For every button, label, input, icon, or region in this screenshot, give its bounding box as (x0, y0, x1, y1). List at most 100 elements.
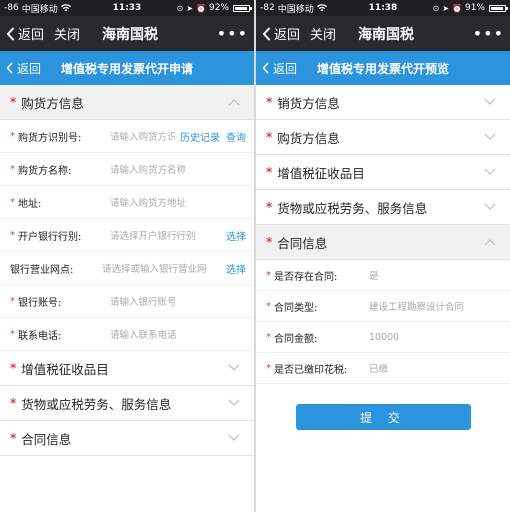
close-button[interactable]: 关闭 (310, 24, 336, 43)
more-menu-button[interactable]: ••• (473, 25, 504, 42)
battery-icon (233, 4, 252, 12)
select-bank-button[interactable]: 选择 (226, 228, 246, 243)
required-mark: * (10, 431, 17, 445)
required-mark: * (10, 229, 15, 241)
required-mark: * (10, 361, 17, 375)
stamp-tax-value: 已缴 (369, 364, 389, 375)
field-label: 是否存在合同: (274, 271, 338, 283)
section-buyer-info[interactable]: * 购货方信息 (256, 120, 510, 155)
select-branch-button[interactable]: 选择 (226, 261, 246, 276)
chevron-left-icon (6, 62, 13, 74)
section-label: 合同信息 (277, 235, 328, 251)
section-buyer-info[interactable]: * 购货方信息 (0, 85, 254, 120)
back-button[interactable]: 返回 (6, 24, 44, 43)
bank-account-input[interactable]: 请输入银行账号 (110, 294, 246, 308)
section-goods-services[interactable]: * 货物或应税劳务、服务信息 (0, 386, 254, 421)
required-mark: * (10, 196, 15, 208)
wifi-icon (60, 4, 71, 12)
field-label: 合同类型: (274, 302, 318, 314)
form-row-stamp-tax: * 是否已缴印花税: 已缴 (256, 353, 510, 384)
wifi-icon (316, 4, 327, 12)
history-button[interactable]: 历史记录 (180, 129, 220, 144)
carrier: 中国移动 (21, 4, 58, 15)
required-mark: * (10, 95, 17, 109)
required-mark: * (266, 165, 273, 179)
field-label: 是否已缴印花税: (274, 364, 348, 376)
buyer-name-input[interactable]: 请输入购货方名称 (110, 162, 246, 176)
location-icon: ➤ (442, 3, 450, 13)
chevron-down-icon (228, 364, 240, 371)
orientation-lock-icon: ⊙ (176, 3, 184, 13)
section-label: 货物或应税劳务、服务信息 (21, 396, 172, 412)
chevron-up-icon (484, 239, 496, 246)
alarm-icon: ⏰ (196, 3, 206, 13)
form-row-contract-type: * 合同类型: 建设工程勘察设计合同 (256, 291, 510, 322)
section-tax-items[interactable]: * 增值税征收品目 (256, 155, 510, 190)
section-label: 购货方信息 (277, 130, 340, 146)
section-contract[interactable]: * 合同信息 (256, 225, 510, 260)
form-row-bank-branch: 银行营业网点: 请选择或输入银行营业网 选择 (0, 252, 254, 285)
required-mark: * (266, 95, 273, 109)
back-label: 返回 (18, 28, 45, 43)
signal-strength: -86 (4, 3, 19, 13)
required-mark: * (266, 269, 271, 281)
form-row-buyer-name: * 购货方名称: 请输入购货方名称 (0, 153, 254, 186)
bank-type-select[interactable]: 请选择开户银行行别 (110, 228, 223, 242)
section-label: 合同信息 (21, 431, 72, 447)
chevron-down-icon (484, 98, 496, 105)
query-button[interactable]: 查询 (226, 129, 246, 144)
back-button[interactable]: 返回 (262, 24, 300, 43)
field-label: 银行账号: (18, 297, 62, 309)
form-row-phone: * 联系电话: 请输入联系电话 (0, 318, 254, 351)
left-screen: -86 中国移动 11:33 ⊙ ➤ ⏰ 92% 返回 关闭 海南国税 ••• … (0, 0, 254, 512)
required-mark: * (10, 130, 15, 142)
contract-type-value: 建设工程勘察设计合同 (369, 302, 465, 313)
chevron-down-icon (228, 399, 240, 406)
field-label: 联系电话: (18, 330, 62, 342)
page-back-button[interactable]: 返回 (6, 60, 41, 77)
field-label: 购货方名称: (18, 165, 72, 177)
form-row-address: * 地址: 请输入购货方地址 (0, 186, 254, 219)
chevron-down-icon (484, 168, 496, 175)
chevron-left-icon (6, 26, 15, 41)
location-icon: ➤ (186, 3, 194, 13)
section-seller-info[interactable]: * 销货方信息 (256, 85, 510, 120)
close-button[interactable]: 关闭 (54, 24, 80, 43)
back-label: 返回 (274, 28, 301, 43)
top-navbar: 返回 关闭 海南国税 ••• (0, 16, 254, 51)
orientation-lock-icon: ⊙ (432, 3, 440, 13)
page-header: 返回 增值税专用发票代开预览 (256, 51, 510, 85)
top-navbar: 返回 关闭 海南国税 ••• (256, 16, 510, 51)
section-label: 增值税征收品目 (277, 165, 365, 181)
required-mark: * (10, 163, 15, 175)
bank-branch-input[interactable]: 请选择或输入银行营业网 (102, 261, 223, 275)
required-mark: * (10, 396, 17, 410)
section-contract[interactable]: * 合同信息 (0, 421, 254, 456)
section-label: 增值税征收品目 (21, 361, 109, 377)
more-menu-button[interactable]: ••• (217, 25, 248, 42)
form-row-bank-type: * 开户银行行别: 请选择开户银行行别 选择 (0, 219, 254, 252)
buyer-id-input[interactable]: 请输入购货方识 (110, 129, 175, 143)
required-mark: * (10, 328, 15, 340)
page-back-button[interactable]: 返回 (262, 60, 297, 77)
chevron-up-icon (228, 99, 240, 106)
field-label: 银行营业网点: (10, 264, 74, 276)
required-mark: * (266, 362, 271, 374)
chevron-down-icon (484, 133, 496, 140)
section-label: 购货方信息 (21, 95, 84, 111)
submit-button[interactable]: 提 交 (295, 404, 471, 430)
contract-amount-value: 10000 (369, 331, 400, 343)
page-back-label: 返回 (17, 61, 42, 76)
chevron-left-icon (262, 62, 269, 74)
phone-input[interactable]: 请输入联系电话 (110, 327, 246, 341)
battery-icon (489, 4, 508, 12)
field-label: 购货方识别号: (18, 132, 82, 144)
section-tax-items[interactable]: * 增值税征收品目 (0, 351, 254, 386)
page-header: 返回 增值税专用发票代开申请 (0, 51, 254, 85)
field-label: 合同金额: (274, 333, 318, 345)
field-label: 地址: (18, 198, 42, 210)
field-label: 开户银行行别: (18, 231, 82, 243)
section-goods-services[interactable]: * 货物或应税劳务、服务信息 (256, 190, 510, 225)
form-row-bank-account: * 银行账号: 请输入银行账号 (0, 285, 254, 318)
address-input[interactable]: 请输入购货方地址 (110, 195, 246, 209)
